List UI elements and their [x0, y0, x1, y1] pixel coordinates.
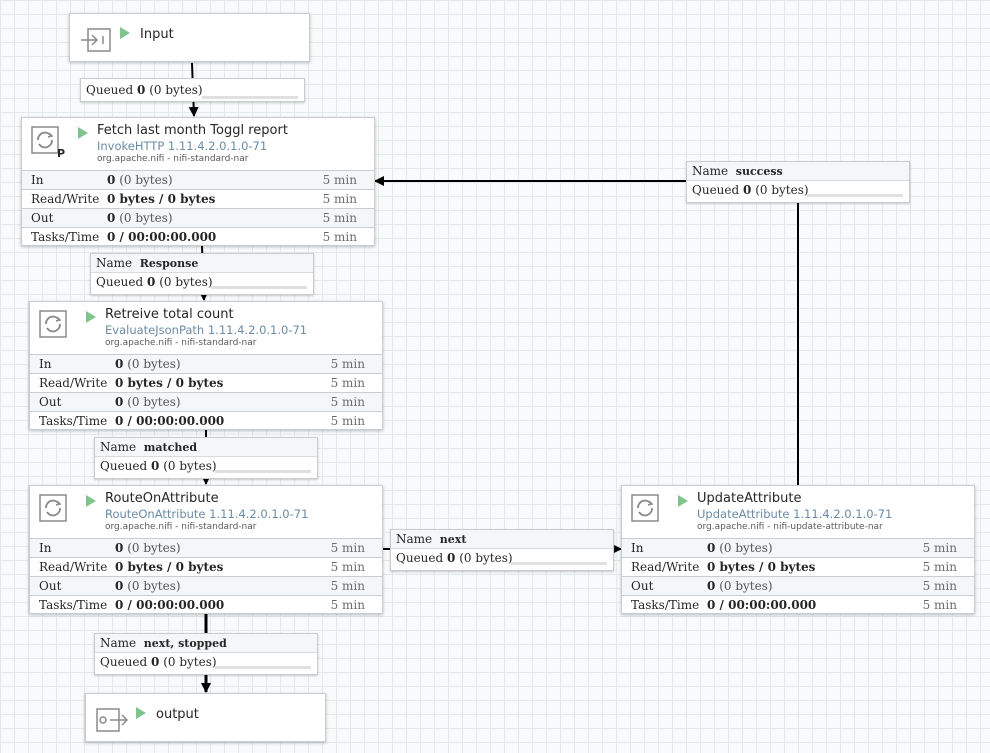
running-status-icon: [86, 495, 96, 507]
port-name: output: [156, 707, 199, 722]
stat-row-in: In 0 (0 bytes) 5 min: [22, 170, 374, 189]
queued-label: Queued: [692, 183, 740, 197]
queued-bytes: (0 bytes): [149, 83, 203, 97]
queued-bytes: (0 bytes): [159, 275, 213, 289]
relationship-name: Response: [139, 257, 199, 270]
queued-count: 0: [147, 275, 156, 289]
connection-success: [374, 176, 799, 486]
primary-node-badge: P: [57, 147, 66, 160]
running-status-icon: [86, 311, 96, 323]
output-port[interactable]: output: [85, 693, 326, 742]
name-label: Name: [100, 440, 137, 454]
stat-row-tasks: Tasks/Time 0 / 00:00:00.000 5 min: [30, 595, 382, 614]
stat-row-read-write: Read/Write 0 bytes / 0 bytes 5 min: [30, 557, 382, 576]
queued-bytes: (0 bytes): [163, 655, 217, 669]
port-name: Input: [140, 27, 174, 42]
stat-row-in: In 0 (0 bytes) 5 min: [622, 538, 974, 557]
queued-count: 0: [743, 183, 752, 197]
queue-progress-bar: [215, 470, 311, 473]
input-port[interactable]: Input: [69, 13, 310, 62]
connection-label-next[interactable]: Name next Queued 0 (0 bytes): [390, 529, 614, 571]
stat-row-read-write: Read/Write 0 bytes / 0 bytes 5 min: [622, 557, 974, 576]
queue-progress-bar: [511, 562, 607, 565]
queued-count: 0: [137, 83, 146, 97]
processor-icon: [31, 126, 59, 154]
output-port-icon: [96, 707, 129, 737]
processor-retrieve[interactable]: Retreive total count EvaluateJsonPath 1.…: [29, 301, 383, 430]
running-status-icon: [678, 495, 688, 507]
stat-row-read-write: Read/Write 0 bytes / 0 bytes 5 min: [22, 189, 374, 208]
running-status-icon: [78, 127, 88, 139]
name-label: Name: [396, 532, 433, 546]
stat-row-tasks: Tasks/Time 0 / 00:00:00.000 5 min: [30, 411, 382, 430]
processor-type: UpdateAttribute 1.11.4.2.0.1.0-71: [697, 507, 893, 521]
queued-bytes: (0 bytes): [459, 551, 513, 565]
queued-label: Queued: [86, 83, 134, 97]
processor-icon: [631, 494, 659, 522]
processor-bundle: org.apache.nifi - nifi-update-attribute-…: [697, 522, 883, 532]
stat-row-out: Out 0 (0 bytes) 5 min: [30, 392, 382, 411]
connection-label-success[interactable]: Name success Queued 0 (0 bytes): [686, 161, 910, 203]
relationship-name: matched: [143, 441, 198, 454]
queued-label: Queued: [100, 459, 148, 473]
processor-title: UpdateAttribute: [697, 491, 802, 506]
processor-type: EvaluateJsonPath 1.11.4.2.0.1.0-71: [105, 323, 308, 337]
queued-bytes: (0 bytes): [163, 459, 217, 473]
connection-label-matched[interactable]: Name matched Queued 0 (0 bytes): [94, 437, 318, 479]
queue-progress-bar: [807, 194, 903, 197]
queued-label: Queued: [100, 655, 148, 669]
connection-label-response[interactable]: Name Response Queued 0 (0 bytes): [90, 253, 314, 295]
processor-fetch[interactable]: P Fetch last month Toggl report InvokeHT…: [21, 117, 375, 246]
queue-progress-bar: [202, 96, 298, 99]
relationship-name: success: [735, 165, 783, 178]
input-port-icon: [80, 27, 112, 57]
name-label: Name: [96, 256, 133, 270]
stat-row-read-write: Read/Write 0 bytes / 0 bytes 5 min: [30, 373, 382, 392]
queue-progress-bar: [211, 286, 307, 289]
queued-bytes: (0 bytes): [755, 183, 809, 197]
processor-title: RouteOnAttribute: [105, 491, 219, 506]
running-status-icon: [120, 27, 130, 39]
connection-label-input-fetch[interactable]: Queued 0 (0 bytes): [80, 78, 305, 102]
processor-type: RouteOnAttribute 1.11.4.2.0.1.0-71: [105, 507, 309, 521]
stat-row-out: Out 0 (0 bytes) 5 min: [30, 576, 382, 595]
queue-progress-bar: [215, 666, 311, 669]
processor-type: InvokeHTTP 1.11.4.2.0.1.0-71: [97, 139, 268, 153]
processor-route[interactable]: RouteOnAttribute RouteOnAttribute 1.11.4…: [29, 485, 383, 614]
running-status-icon: [136, 707, 146, 719]
stat-row-in: In 0 (0 bytes) 5 min: [30, 354, 382, 373]
stat-row-tasks: Tasks/Time 0 / 00:00:00.000 5 min: [22, 227, 374, 246]
queued-count: 0: [447, 551, 456, 565]
queued-count: 0: [151, 655, 160, 669]
processor-bundle: org.apache.nifi - nifi-standard-nar: [105, 338, 257, 348]
processor-bundle: org.apache.nifi - nifi-standard-nar: [105, 522, 257, 532]
processor-update[interactable]: UpdateAttribute UpdateAttribute 1.11.4.2…: [621, 485, 975, 614]
stat-row-tasks: Tasks/Time 0 / 00:00:00.000 5 min: [622, 595, 974, 614]
processor-bundle: org.apache.nifi - nifi-standard-nar: [97, 154, 249, 164]
processor-icon: [39, 310, 67, 338]
relationship-name: next: [439, 533, 467, 546]
relationship-name: next, stopped: [143, 637, 227, 650]
name-label: Name: [692, 164, 729, 178]
queued-count: 0: [151, 459, 160, 473]
stat-row-in: In 0 (0 bytes) 5 min: [30, 538, 382, 557]
queued-label: Queued: [396, 551, 444, 565]
stat-row-out: Out 0 (0 bytes) 5 min: [22, 208, 374, 227]
processor-title: Retreive total count: [105, 307, 234, 322]
processor-icon: [39, 494, 67, 522]
name-label: Name: [100, 636, 137, 650]
processor-title: Fetch last month Toggl report: [97, 123, 288, 138]
queued-label: Queued: [96, 275, 144, 289]
stat-row-out: Out 0 (0 bytes) 5 min: [622, 576, 974, 595]
connection-label-next-stopped[interactable]: Name next, stopped Queued 0 (0 bytes): [94, 633, 318, 675]
